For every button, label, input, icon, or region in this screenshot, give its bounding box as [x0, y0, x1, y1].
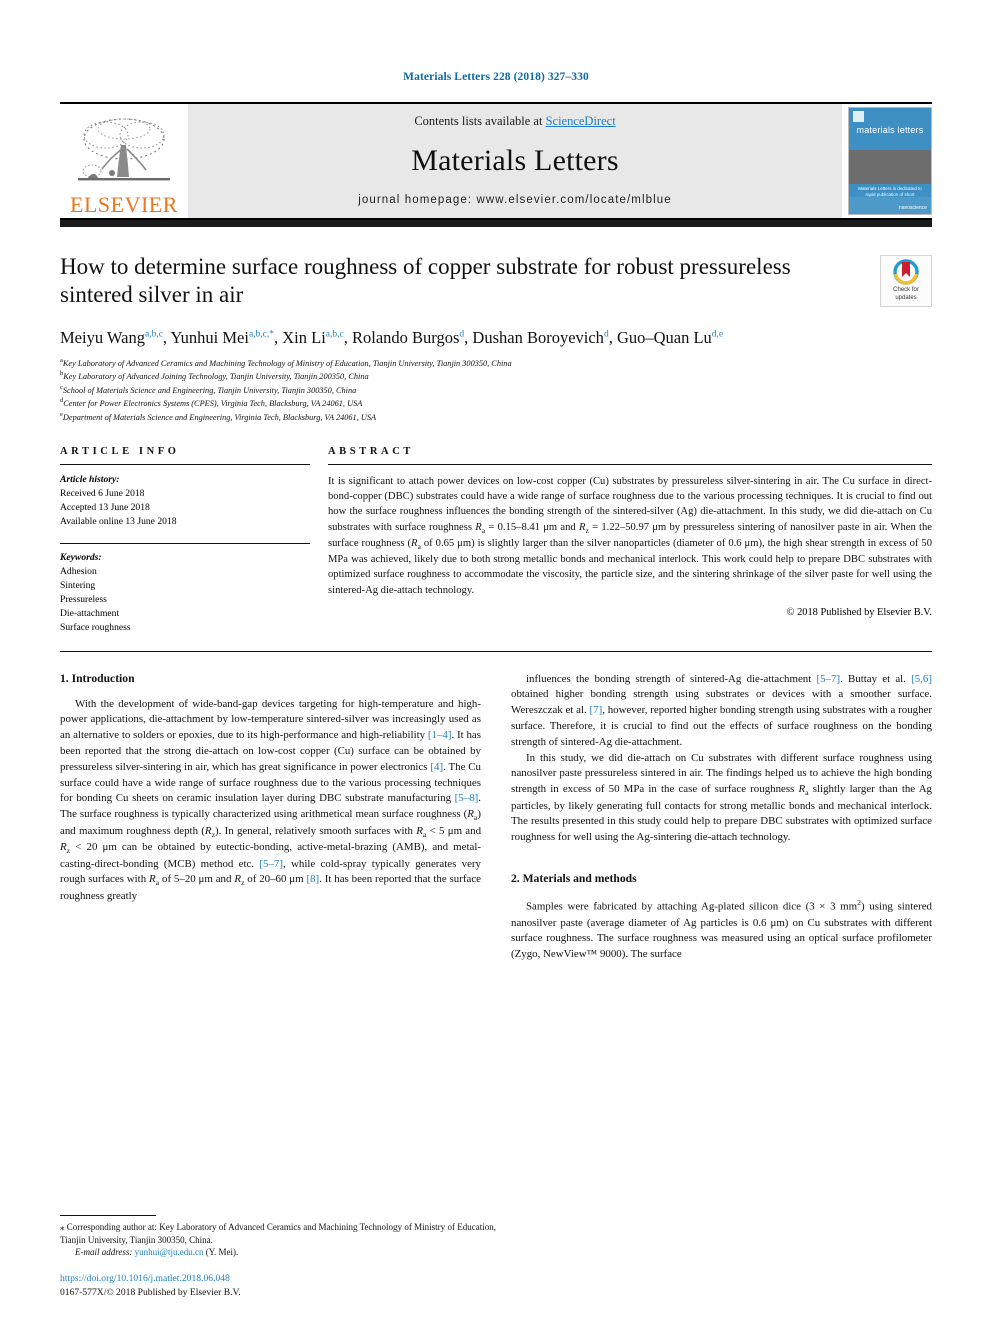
elsevier-logo: ELSEVIER — [60, 103, 188, 218]
affiliation-d: dCenter for Power Electronics Systems (C… — [60, 396, 932, 410]
article-history: Article history: Received 6 June 2018 Ac… — [60, 473, 310, 529]
affiliation-c: cSchool of Materials Science and Enginee… — [60, 383, 932, 397]
affiliation-a: aKey Laboratory of Advanced Ceramics and… — [60, 356, 932, 370]
section-heading-introduction: 1. Introduction — [60, 671, 135, 685]
body-left-column: 1. Introduction With the development of … — [60, 672, 481, 963]
author-list: Meiyu Wanga,b,c, Yunhui Meia,b,c,*, Xin … — [60, 327, 724, 347]
crossmark-badge[interactable]: Check for updates — [880, 254, 932, 307]
affiliation-list: aKey Laboratory of Advanced Ceramics and… — [60, 356, 932, 424]
affiliation-text-c: School of Materials Science and Engineer… — [62, 385, 357, 395]
abstract-copyright: © 2018 Published by Elsevier B.V. — [786, 606, 932, 618]
paper-page: Materials Letters 228 (2018) 327–330 ELS… — [0, 0, 992, 1323]
journal-homepage[interactable]: journal homepage: www.elsevier.com/locat… — [358, 194, 672, 206]
keywords-rule — [60, 542, 310, 544]
affiliation-text-e: Department of Materials Science and Engi… — [62, 412, 377, 422]
affiliation-text-a: Key Laboratory of Advanced Ceramics and … — [62, 358, 512, 368]
footnote-rule — [60, 1214, 156, 1216]
doi-link[interactable]: https://doi.org/10.1016/j.matlet.2018.06… — [60, 1272, 496, 1285]
page-title: How to determine surface roughness of co… — [60, 253, 791, 308]
history-accepted: Accepted 13 June 2018 — [60, 501, 150, 513]
footnote-block: ⁎ Corresponding author at: Key Laborator… — [60, 1214, 496, 1299]
affiliation-text-d: Center for Power Electronics Systems (CP… — [63, 399, 363, 409]
article-info-rule — [60, 463, 310, 465]
study-overview-paragraph: In this study, we did die-attach on Cu s… — [511, 751, 933, 844]
cover-brand-label: nanoscience — [898, 204, 927, 211]
cover-image-band — [849, 149, 931, 184]
info-abstract-row: ARTICLE INFO Article history: Received 6… — [60, 446, 932, 635]
abstract-bottom-rule — [60, 650, 932, 652]
intro-paragraph-cont: influences the bonding strength of sinte… — [511, 672, 932, 748]
history-received: Received 6 June 2018 — [60, 487, 145, 499]
cover-journal-title: materials letters — [856, 124, 924, 135]
keyword-item: Adhesion — [60, 565, 97, 577]
section-heading-materials-methods: 2. Materials and methods — [511, 872, 637, 886]
abstract-heading: ABSTRACT — [328, 445, 414, 457]
body-two-columns: 1. Introduction With the development of … — [60, 672, 932, 963]
article-info-heading: ARTICLE INFO — [60, 445, 180, 457]
intro-paragraph: With the development of wide-band-gap de… — [60, 697, 482, 902]
journal-cover-thumbnail[interactable]: materials letters Materials Letters is d… — [848, 106, 932, 215]
keyword-item: Pressureless — [60, 593, 107, 605]
journal-title: Materials Letters — [411, 144, 619, 177]
sciencedirect-link[interactable]: ScienceDirect — [546, 114, 616, 128]
keyword-item: Surface roughness — [60, 621, 131, 633]
journal-masthead: ELSEVIER Contents lists available at Sci… — [60, 101, 932, 220]
masthead-thick-rule — [60, 219, 932, 227]
affiliation-e: eDepartment of Materials Science and Eng… — [60, 410, 932, 424]
masthead-center: Contents lists available at ScienceDirec… — [188, 103, 842, 218]
history-online: Available online 13 June 2018 — [60, 515, 177, 527]
abstract-column: ABSTRACT It is significant to attach pow… — [328, 446, 932, 635]
crossmark-line1: Check for — [893, 287, 919, 293]
keywords-label: Keywords: — [60, 551, 102, 563]
running-head: Materials Letters 228 (2018) 327–330 — [403, 71, 589, 83]
article-info-column: ARTICLE INFO Article history: Received 6… — [60, 446, 328, 635]
article-history-label: Article history: — [60, 473, 120, 485]
email-suffix: (Y. Mei). — [205, 1247, 239, 1258]
crossmark-label: Check for updates — [893, 287, 919, 302]
title-block: How to determine surface roughness of co… — [60, 253, 932, 311]
email-note: E-mail address: yunhui@tju.edu.cn (Y. Me… — [60, 1246, 496, 1259]
contents-prefix: Contents lists available at — [414, 113, 546, 128]
elsevier-wordmark: ELSEVIER — [70, 191, 178, 217]
affiliation-text-b: Key Laboratory of Advanced Joining Techn… — [63, 372, 369, 382]
elsevier-tree-icon — [78, 117, 170, 180]
body-right-column: influences the bonding strength of sinte… — [511, 672, 932, 963]
abstract-text: It is significant to attach power device… — [328, 475, 932, 596]
affiliation-b: bKey Laboratory of Advanced Joining Tech… — [60, 369, 932, 383]
email-label: E-mail address: — [75, 1247, 133, 1258]
keywords-list: Keywords: Adhesion Sintering Pressureles… — [60, 551, 310, 635]
methods-paragraph: Samples were fabricated by attaching Ag-… — [511, 898, 932, 961]
abstract-rule — [328, 463, 932, 465]
crossmark-icon — [893, 259, 919, 285]
issn-copyright: 0167-577X/© 2018 Published by Elsevier B… — [60, 1286, 241, 1298]
cover-elsevier-icon — [853, 110, 864, 122]
crossmark-line2: updates — [895, 294, 917, 301]
keyword-item: Die-attachment — [60, 607, 120, 619]
keyword-item: Sintering — [60, 579, 96, 591]
email-link[interactable]: yunhui@tju.edu.cn — [135, 1247, 204, 1257]
keywords-block: Keywords: Adhesion Sintering Pressureles… — [60, 542, 310, 635]
corresponding-author-note: ⁎ Corresponding author at: Key Laborator… — [60, 1221, 496, 1245]
contents-available-line: Contents lists available at ScienceDirec… — [414, 114, 615, 129]
